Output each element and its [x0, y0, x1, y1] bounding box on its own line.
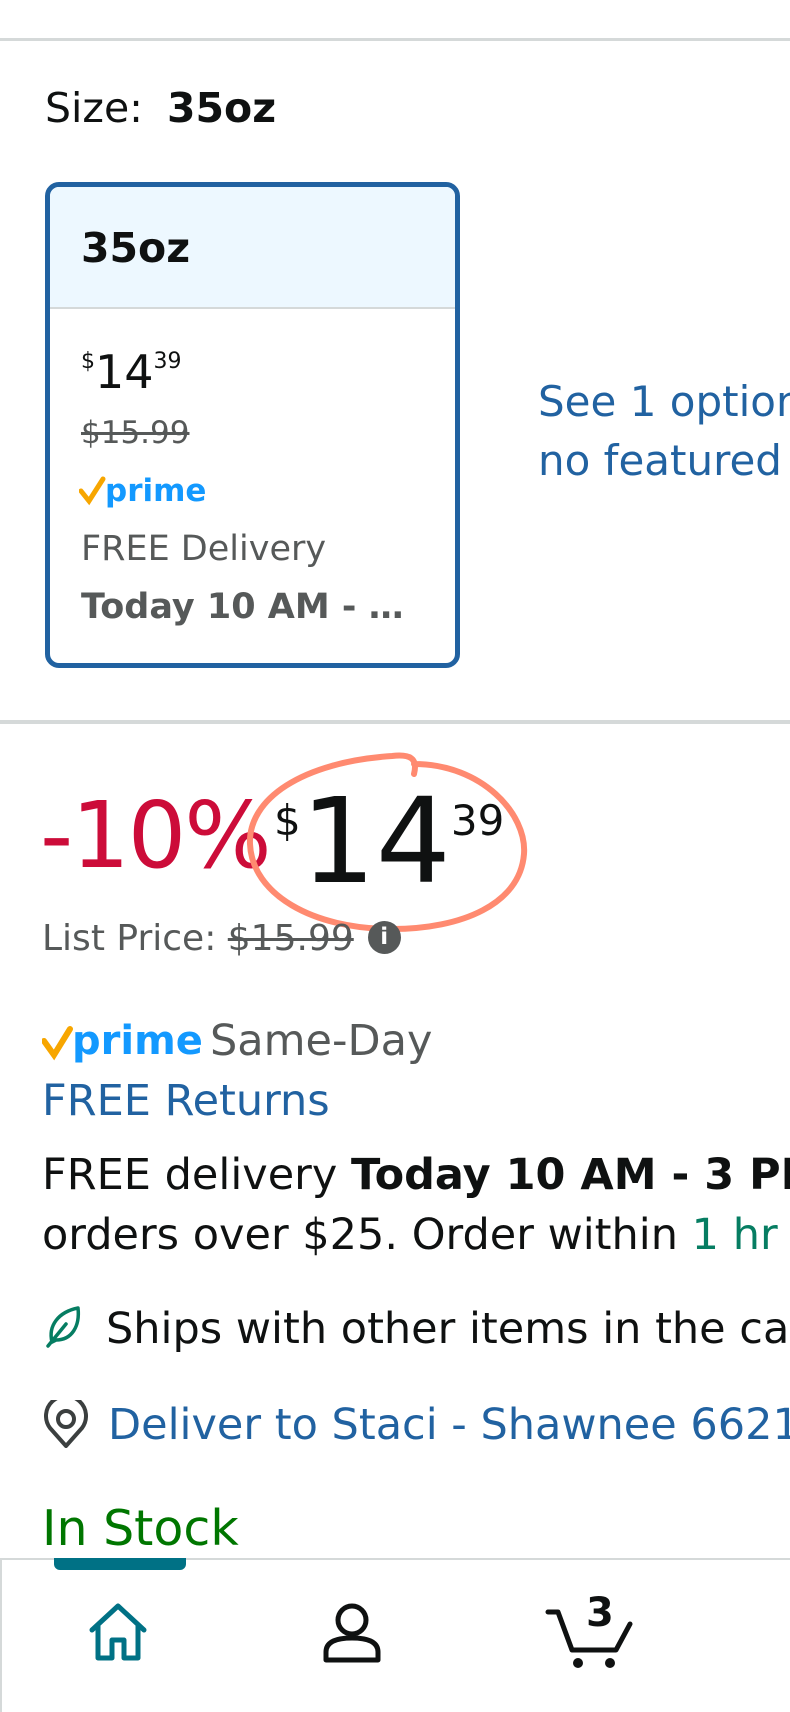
- size-option-title: 35oz: [50, 187, 455, 309]
- home-icon: [89, 1603, 147, 1661]
- size-option-delivery-label: FREE Delivery: [81, 529, 327, 569]
- size-option-old-price: $15.99: [81, 415, 190, 451]
- see-options-link[interactable]: See 1 option no featured: [538, 372, 790, 490]
- size-option-delivery-date: Today 10 AM - …: [81, 587, 404, 627]
- delivery-cutoff: orders over $25. Order within 1 hr: [42, 1210, 778, 1260]
- location-pin-icon: [44, 1393, 88, 1448]
- size-option-card[interactable]: 35oz $1439 $15.99 prime FREE Delivery To…: [45, 182, 460, 668]
- nav-active-indicator: [54, 1558, 186, 1570]
- prime-logo: prime: [78, 471, 219, 515]
- ships-with-other-items: Ships with other items in the ca: [44, 1304, 789, 1354]
- svg-text:prime: prime: [105, 473, 206, 509]
- info-icon[interactable]: i: [367, 920, 401, 954]
- selected-size: 35oz: [166, 84, 277, 132]
- svg-text:prime: prime: [72, 1018, 202, 1064]
- list-price: List Price: $15.99 i: [42, 918, 401, 959]
- cart-count-badge: 3: [586, 1590, 614, 1636]
- free-returns-link[interactable]: FREE Returns: [42, 1076, 330, 1126]
- nav-account[interactable]: [320, 1600, 384, 1668]
- stock-status: In Stock: [42, 1500, 239, 1557]
- discount-percent: -10%: [40, 782, 272, 889]
- size-label: Size: 35oz: [45, 84, 277, 132]
- account-icon: [323, 1603, 381, 1663]
- leaf-icon: [46, 1305, 81, 1348]
- top-divider: [0, 38, 790, 41]
- price-circle-annotation: [246, 752, 528, 933]
- size-option-price: $1439: [81, 345, 182, 399]
- section-divider: [0, 720, 790, 724]
- deliver-to-link[interactable]: Deliver to Staci - Shawnee 6621: [44, 1393, 790, 1452]
- nav-home[interactable]: [86, 1600, 150, 1668]
- prime-same-day: prime Same-Day: [41, 1016, 432, 1066]
- prime-logo: prime: [41, 1018, 203, 1064]
- delivery-message: FREE delivery Today 10 AM - 3 PM: [42, 1150, 790, 1200]
- bottom-nav: 3: [0, 1558, 790, 1712]
